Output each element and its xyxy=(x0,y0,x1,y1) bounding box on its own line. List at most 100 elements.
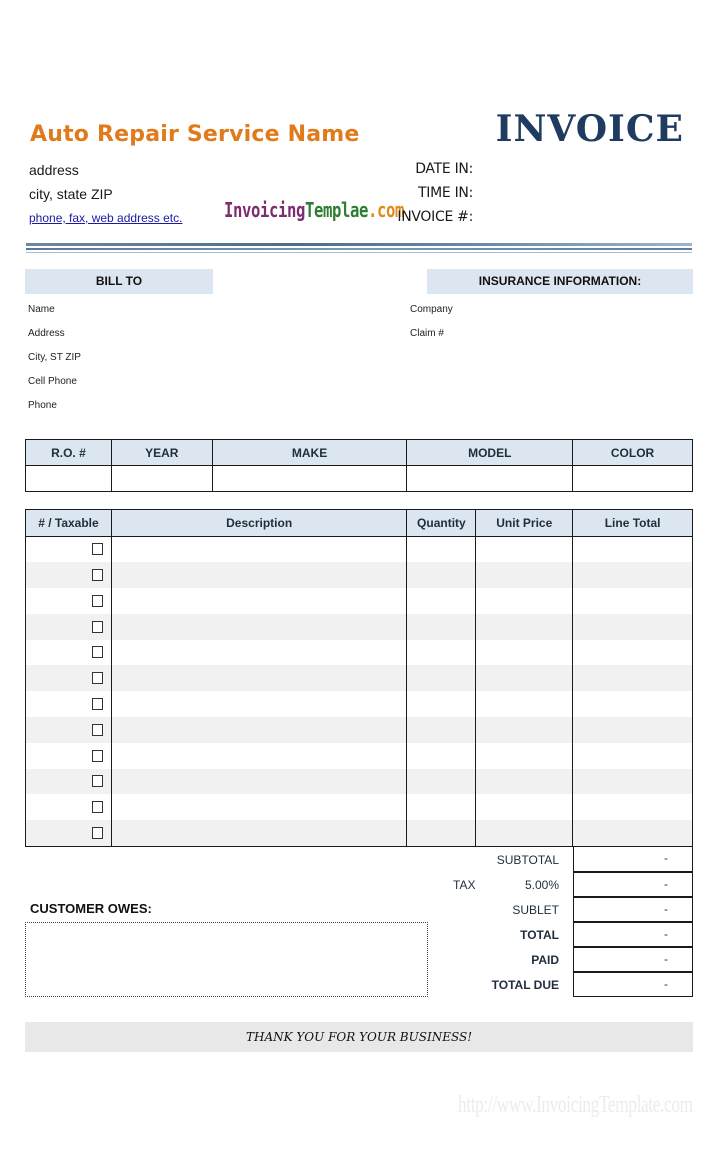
unit-price-cell[interactable] xyxy=(475,742,574,769)
taxable-cell[interactable] xyxy=(25,742,112,769)
line-total-cell[interactable] xyxy=(572,820,693,847)
make-cell[interactable] xyxy=(211,465,408,492)
taxable-cell[interactable] xyxy=(25,665,112,692)
quantity-cell[interactable] xyxy=(406,820,477,847)
line-total-cell[interactable] xyxy=(572,794,693,821)
line-item-row xyxy=(25,691,693,718)
unit-price-cell[interactable] xyxy=(475,717,574,743)
taxable-cell[interactable] xyxy=(25,536,112,563)
unit-price-cell[interactable] xyxy=(475,562,574,589)
description-cell[interactable] xyxy=(110,562,408,589)
description-cell[interactable] xyxy=(110,613,408,640)
taxable-checkbox[interactable] xyxy=(91,568,103,581)
col-taxable: # / Taxable xyxy=(25,509,112,537)
unit-price-cell[interactable] xyxy=(475,768,574,795)
unit-price-cell[interactable] xyxy=(475,536,574,563)
line-item-row xyxy=(25,536,693,563)
taxable-cell[interactable] xyxy=(25,768,112,795)
quantity-cell[interactable] xyxy=(406,588,477,614)
line-item-row xyxy=(25,665,693,692)
taxable-cell[interactable] xyxy=(25,820,112,847)
vehicle-table: R.O. # YEAR MAKE MODEL COLOR xyxy=(25,439,693,492)
description-cell[interactable] xyxy=(110,665,408,692)
company-contact-link[interactable]: phone, fax, web address etc. xyxy=(29,211,182,225)
customer-owes-label: CUSTOMER OWES: xyxy=(30,901,152,916)
quantity-cell[interactable] xyxy=(406,613,477,640)
line-total-cell[interactable] xyxy=(572,536,693,563)
ro-number-cell[interactable] xyxy=(25,465,112,492)
color-cell[interactable] xyxy=(572,465,693,492)
description-cell[interactable] xyxy=(110,820,408,847)
header-divider-3 xyxy=(26,252,692,253)
taxable-checkbox[interactable] xyxy=(91,697,103,710)
sublet-value[interactable]: - xyxy=(573,897,693,922)
line-total-cell[interactable] xyxy=(572,768,693,795)
paid-value[interactable]: - xyxy=(573,947,693,972)
taxable-checkbox[interactable] xyxy=(91,775,103,788)
description-cell[interactable] xyxy=(110,717,408,743)
quantity-cell[interactable] xyxy=(406,794,477,821)
date-in-label: DATE IN: xyxy=(415,161,473,177)
taxable-checkbox[interactable] xyxy=(91,672,103,685)
unit-price-cell[interactable] xyxy=(475,613,574,640)
line-total-cell[interactable] xyxy=(572,588,693,614)
time-in-label: TIME IN: xyxy=(418,185,473,201)
thank-you-banner: THANK YOU FOR YOUR BUSINESS! xyxy=(25,1022,693,1052)
taxable-cell[interactable] xyxy=(25,562,112,589)
line-total-cell[interactable] xyxy=(572,742,693,769)
quantity-cell[interactable] xyxy=(406,665,477,692)
description-cell[interactable] xyxy=(110,691,408,718)
line-item-row xyxy=(25,717,693,743)
quantity-cell[interactable] xyxy=(406,562,477,589)
unit-price-cell[interactable] xyxy=(475,665,574,692)
line-total-cell[interactable] xyxy=(572,639,693,666)
line-total-cell[interactable] xyxy=(572,717,693,743)
quantity-cell[interactable] xyxy=(406,768,477,795)
year-cell[interactable] xyxy=(110,465,213,492)
tax-rate[interactable]: 5.00% xyxy=(525,878,559,892)
description-cell[interactable] xyxy=(110,768,408,795)
taxable-cell[interactable] xyxy=(25,613,112,640)
taxable-cell[interactable] xyxy=(25,717,112,743)
description-cell[interactable] xyxy=(110,588,408,614)
header-divider xyxy=(26,243,692,246)
description-cell[interactable] xyxy=(110,742,408,769)
taxable-cell[interactable] xyxy=(25,639,112,666)
col-line-total: Line Total xyxy=(572,509,693,537)
taxable-checkbox[interactable] xyxy=(91,646,103,659)
taxable-checkbox[interactable] xyxy=(91,723,103,736)
col-make: MAKE xyxy=(211,439,408,466)
quantity-cell[interactable] xyxy=(406,742,477,769)
quantity-cell[interactable] xyxy=(406,639,477,666)
description-cell[interactable] xyxy=(110,794,408,821)
taxable-checkbox[interactable] xyxy=(91,543,103,556)
unit-price-cell[interactable] xyxy=(475,639,574,666)
taxable-checkbox[interactable] xyxy=(91,801,103,814)
quantity-cell[interactable] xyxy=(406,536,477,563)
unit-price-cell[interactable] xyxy=(475,794,574,821)
unit-price-cell[interactable] xyxy=(475,588,574,614)
unit-price-cell[interactable] xyxy=(475,691,574,718)
vehicle-header-row: R.O. # YEAR MAKE MODEL COLOR xyxy=(25,439,693,466)
invoice-number-label: INVOICE #: xyxy=(397,209,473,225)
line-total-cell[interactable] xyxy=(572,562,693,589)
line-total-cell[interactable] xyxy=(572,613,693,640)
model-cell[interactable] xyxy=(406,465,574,492)
description-cell[interactable] xyxy=(110,639,408,666)
taxable-checkbox[interactable] xyxy=(91,594,103,607)
quantity-cell[interactable] xyxy=(406,717,477,743)
logo-part-invoicing: Invoicing xyxy=(224,198,306,222)
bill-to-phone-label: Phone xyxy=(28,400,57,411)
taxable-checkbox[interactable] xyxy=(91,620,103,633)
taxable-cell[interactable] xyxy=(25,588,112,614)
unit-price-cell[interactable] xyxy=(475,820,574,847)
taxable-checkbox[interactable] xyxy=(91,749,103,762)
description-cell[interactable] xyxy=(110,536,408,563)
line-total-cell[interactable] xyxy=(572,691,693,718)
line-total-cell[interactable] xyxy=(572,665,693,692)
taxable-cell[interactable] xyxy=(25,794,112,821)
taxable-checkbox[interactable] xyxy=(91,826,103,839)
taxable-cell[interactable] xyxy=(25,691,112,718)
quantity-cell[interactable] xyxy=(406,691,477,718)
customer-owes-box[interactable] xyxy=(25,922,428,997)
